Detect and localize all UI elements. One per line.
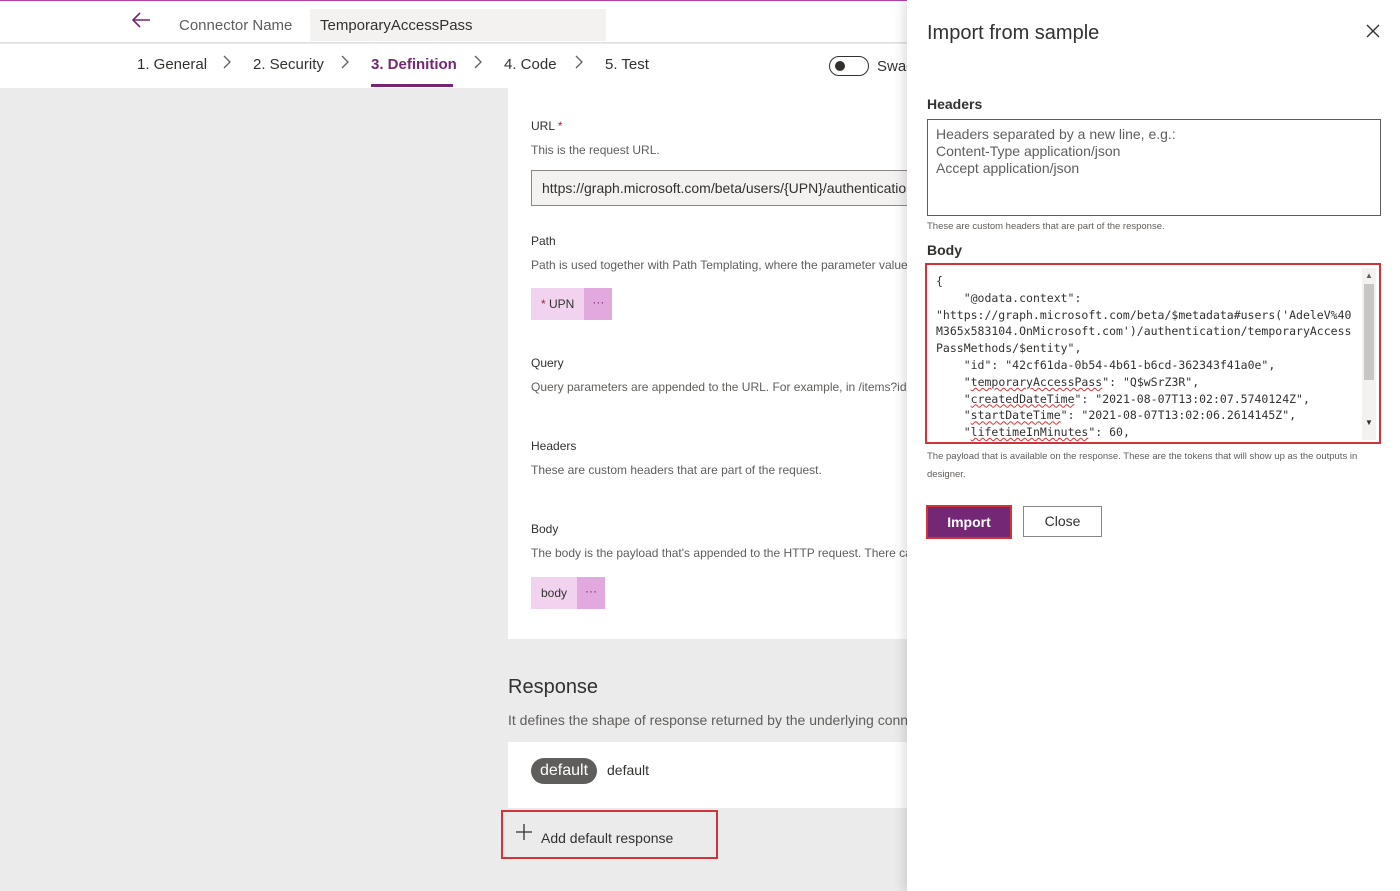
panel-title: Import from sample [927,22,1100,44]
url-field[interactable]: https://graph.microsoft.com/beta/users/{… [531,170,908,206]
body-description: The body is the payload that's appended … [531,546,908,560]
step-general[interactable]: 1. General [137,56,207,73]
body-hint: The payload that is available on the res… [927,451,1358,480]
step-code[interactable]: 4. Code [504,56,557,73]
response-title: Response [508,676,599,698]
url-title: URL * [531,119,563,133]
path-description: Path is used together with Path Templati… [531,258,908,272]
close-button[interactable]: Close [1023,506,1102,537]
chevron-right-icon [222,54,232,75]
connector-name-label: Connector Name [179,17,293,34]
request-definition-card: URL * This is the request URL. https://g… [508,88,908,639]
body-scrollbar[interactable]: ▲ ▼ [1362,268,1376,440]
response-description: It defines the shape of response returne… [508,712,908,728]
import-button[interactable]: Import [926,505,1012,539]
import-from-sample-panel: Import from sample Headers Headers separ… [907,0,1400,891]
headers-hint: These are custom headers that are part o… [927,221,1165,232]
toggle-knob [835,61,845,71]
chip-label: * UPN [531,288,585,320]
active-step-underline [371,84,453,87]
chevron-right-icon [340,54,350,75]
connector-name-input[interactable] [310,9,606,41]
body-textarea[interactable]: { "@odata.context": "https://graph.micro… [925,263,1381,444]
scroll-down-icon[interactable]: ▼ [1365,418,1373,427]
headers-textarea[interactable]: Headers separated by a new line, e.g.: C… [927,119,1381,216]
body-param-chip[interactable]: body ··· [531,577,606,609]
body-label: Body [927,242,962,258]
path-param-chip-upn[interactable]: * UPN ··· [531,288,613,320]
headers-label: Headers [927,96,983,112]
path-title: Path [531,234,556,248]
add-default-response-label: Add default response [541,830,674,846]
back-arrow-icon[interactable] [130,9,158,35]
step-definition[interactable]: 3. Definition [371,56,457,73]
body-json: { "@odata.context": "https://graph.micro… [936,274,1352,440]
url-description: This is the request URL. [531,143,660,157]
ellipsis-icon[interactable]: ··· [584,288,613,320]
query-description: Query parameters are appended to the URL… [531,380,908,394]
step-security[interactable]: 2. Security [253,56,324,73]
scroll-up-icon[interactable]: ▲ [1365,271,1373,280]
step-test[interactable]: 5. Test [605,56,649,73]
add-default-response-button[interactable]: Add default response [501,810,718,859]
body-title: Body [531,522,559,536]
headers-title: Headers [531,439,577,453]
chevron-right-icon [473,54,483,75]
ellipsis-icon[interactable]: ··· [577,577,606,609]
close-icon[interactable] [1363,22,1383,42]
scroll-thumb[interactable] [1364,284,1374,380]
plus-icon [515,822,533,846]
chevron-right-icon [574,54,584,75]
response-default-pill[interactable]: default [531,758,598,784]
response-list: default default [508,742,908,808]
headers-description: These are custom headers that are part o… [531,463,822,477]
chip-label: body [531,577,578,609]
query-title: Query [531,356,564,370]
response-default-label: default [607,762,650,778]
swagger-editor-toggle[interactable] [829,56,869,76]
